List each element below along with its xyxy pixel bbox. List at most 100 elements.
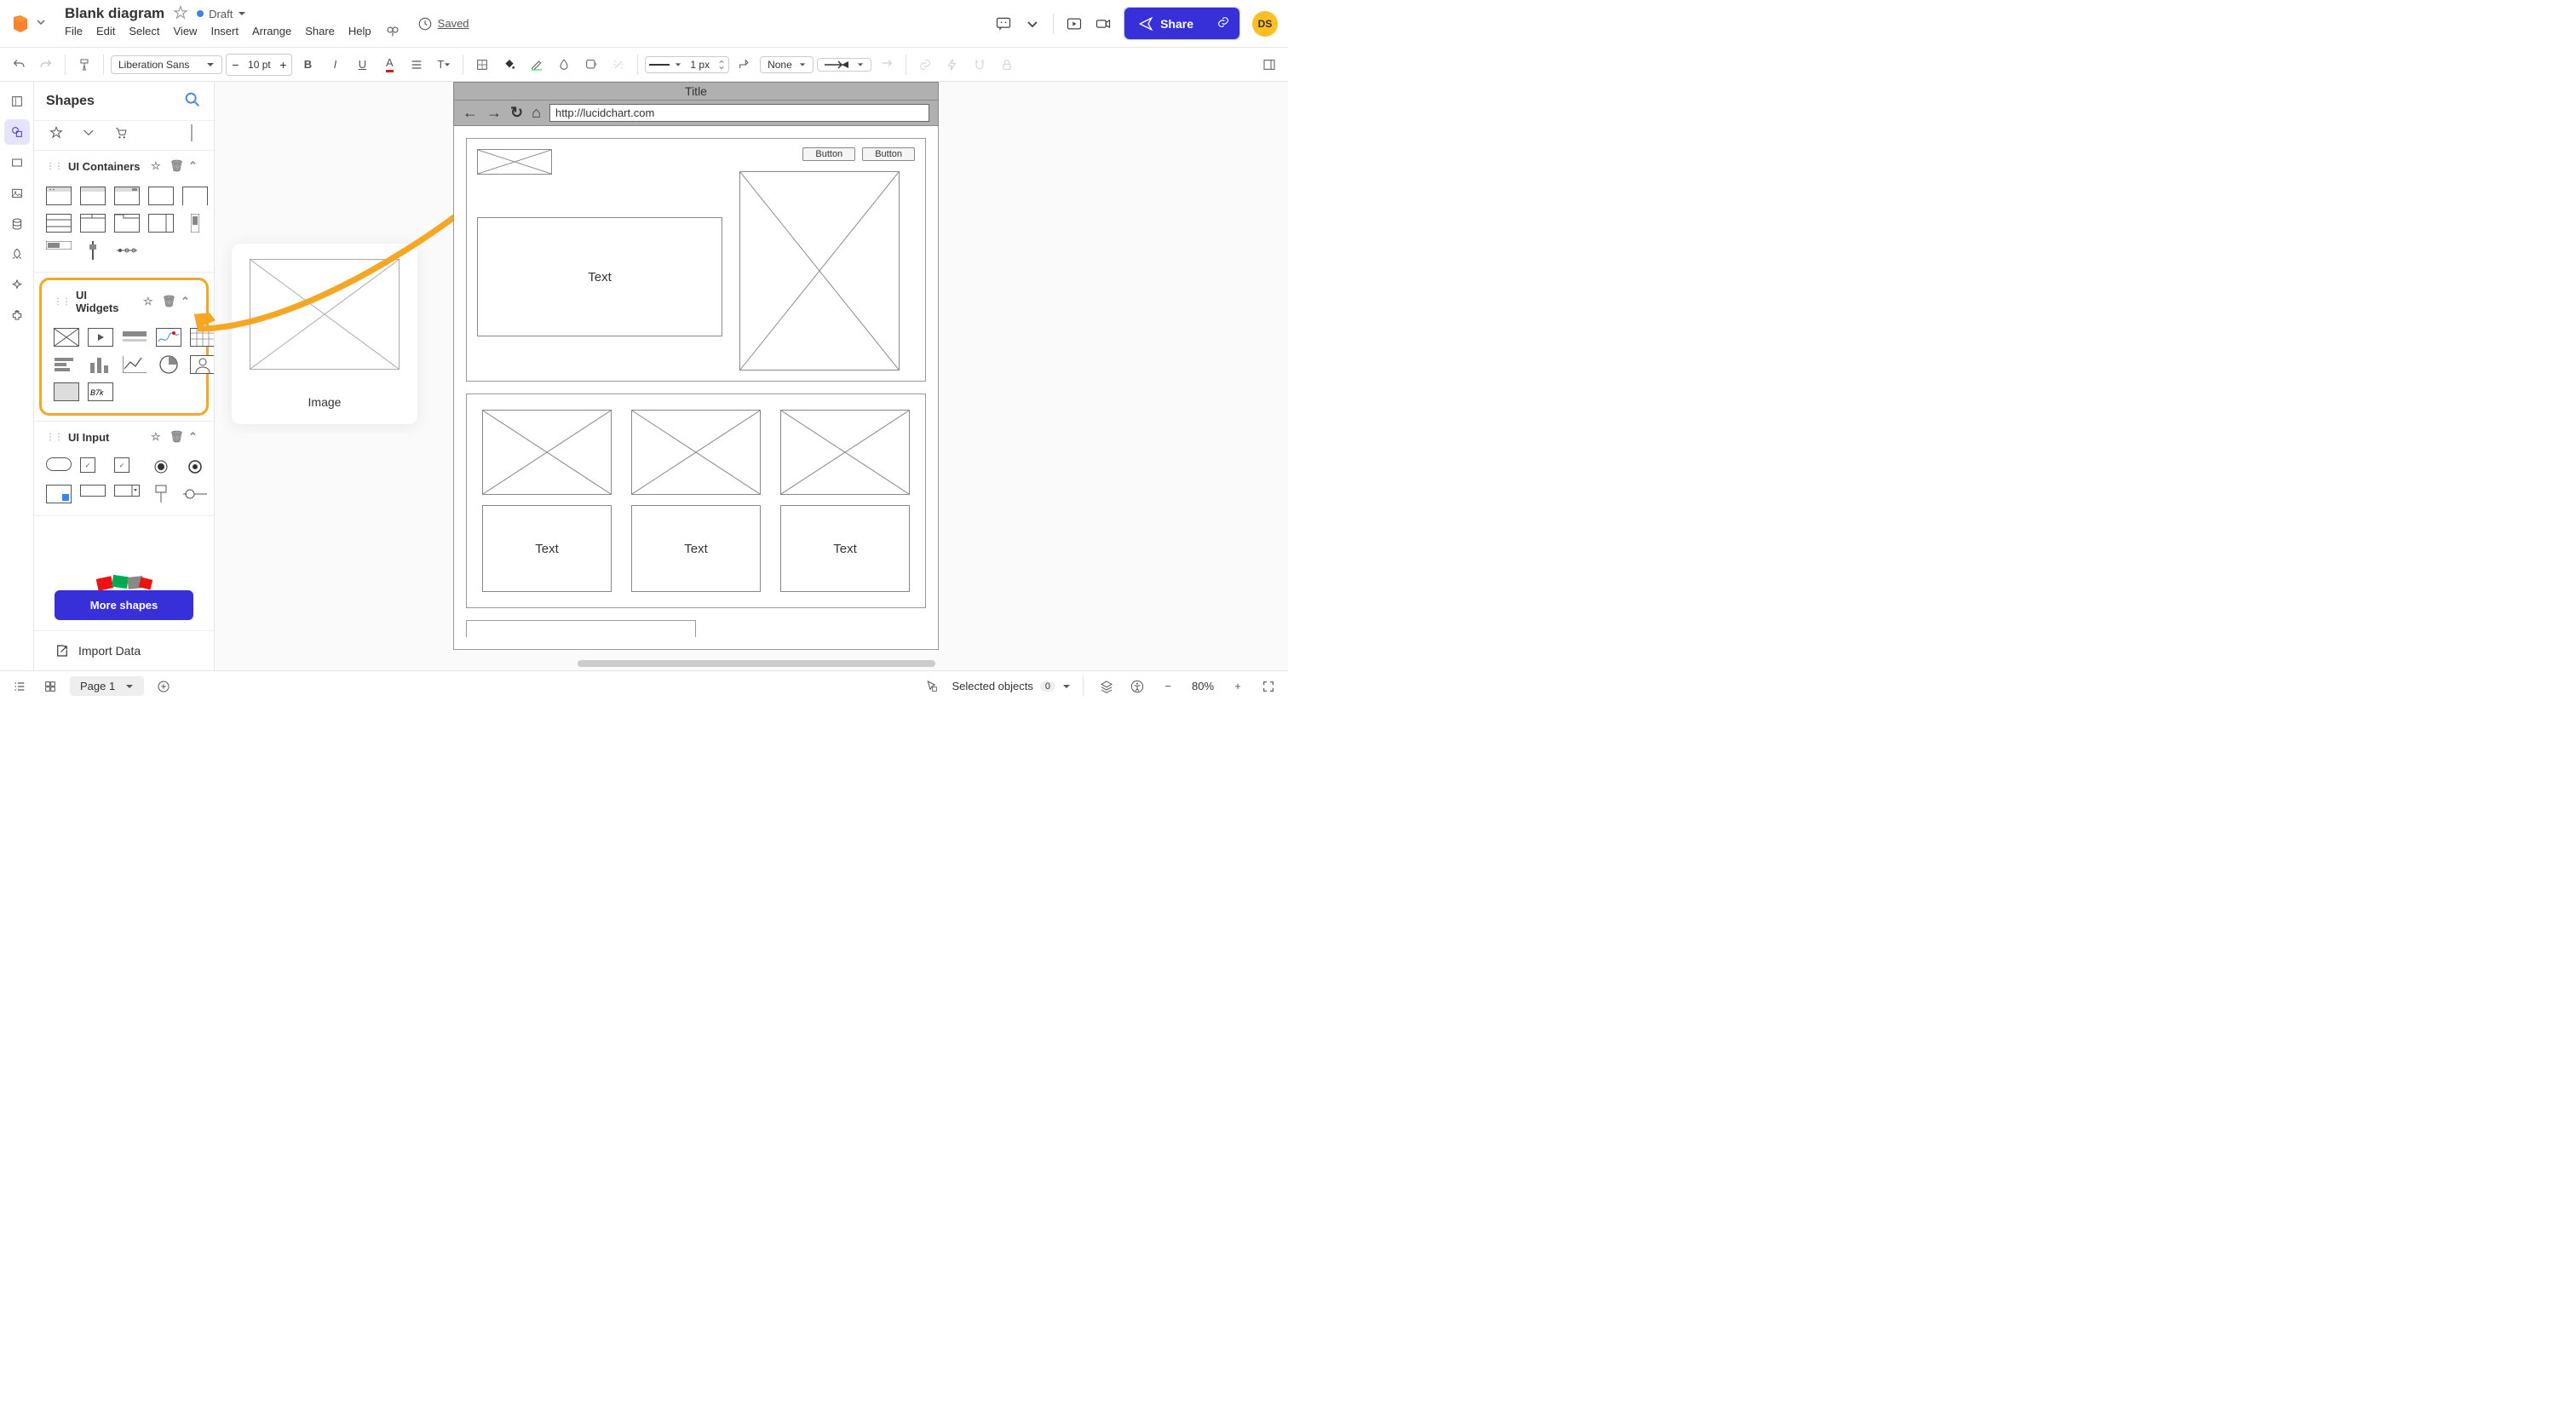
- pinned-divider-icon[interactable]: [181, 124, 202, 141]
- input-radio-on-shape[interactable]: [148, 457, 174, 476]
- selected-objects-indicator[interactable]: Selected objects 0: [952, 680, 1071, 692]
- wf-card-image[interactable]: [631, 410, 761, 495]
- wf-card[interactable]: Text: [780, 410, 910, 592]
- widget-captcha-shape[interactable]: B7k: [88, 382, 113, 401]
- wf-button-1[interactable]: Button: [802, 147, 855, 161]
- shape-fill-button[interactable]: [470, 53, 494, 77]
- input-button-shape[interactable]: [46, 457, 72, 471]
- draft-status[interactable]: Draft: [197, 8, 246, 20]
- widget-image-shape[interactable]: [54, 328, 79, 347]
- canvas-horizontal-scrollbar[interactable]: [578, 660, 935, 667]
- input-radio-shape[interactable]: [182, 457, 208, 476]
- magnet-button[interactable]: [968, 53, 992, 77]
- save-status[interactable]: Saved: [417, 16, 469, 32]
- section-star-icon[interactable]: ☆: [143, 295, 157, 308]
- wf-card-text[interactable]: Text: [631, 505, 761, 592]
- magic-button[interactable]: [607, 53, 630, 77]
- app-logo-icon[interactable]: [10, 14, 31, 34]
- wireframe-mockup[interactable]: Title ← → ↻ ⌂ http://lucidchart.com Butt…: [453, 82, 939, 650]
- present-icon[interactable]: [1066, 15, 1083, 32]
- wf-home-icon[interactable]: ⌂: [532, 104, 541, 122]
- user-avatar[interactable]: DS: [1252, 11, 1278, 37]
- pinned-cart-icon[interactable]: [111, 124, 131, 141]
- rail-image-icon[interactable]: [4, 181, 30, 206]
- font-size-input[interactable]: 10 pt: [244, 59, 274, 71]
- add-page-button[interactable]: [152, 675, 175, 698]
- rail-plugin-icon[interactable]: [4, 303, 30, 329]
- shapes-search-icon[interactable]: [183, 90, 202, 112]
- section-delete-icon[interactable]: 🗑: [170, 159, 183, 173]
- container-shape[interactable]: [46, 241, 72, 250]
- container-shape[interactable]: [46, 214, 72, 233]
- canvas[interactable]: Image Title ← → ↻ ⌂ http://lucidchart.co…: [215, 82, 1288, 670]
- container-shape[interactable]: [114, 187, 140, 205]
- wf-cards-section[interactable]: Text Text Text: [466, 394, 926, 608]
- section-delete-icon[interactable]: 🗑: [162, 295, 175, 308]
- wf-hero-image[interactable]: [739, 171, 900, 371]
- widget-video-shape[interactable]: [88, 328, 113, 347]
- wf-forward-icon[interactable]: →: [486, 104, 502, 122]
- container-shape[interactable]: [114, 241, 140, 260]
- wf-reload-icon[interactable]: ↻: [510, 104, 523, 122]
- zoom-level[interactable]: 80%: [1187, 680, 1218, 692]
- find-icon[interactable]: [385, 25, 400, 43]
- container-shape[interactable]: [148, 187, 174, 205]
- menu-arrange[interactable]: Arrange: [252, 25, 291, 43]
- lock-button[interactable]: [995, 53, 1019, 77]
- opacity-button[interactable]: [552, 53, 576, 77]
- bold-button[interactable]: B: [296, 53, 319, 77]
- input-checkbox2-shape[interactable]: ✓: [114, 457, 129, 473]
- input-checkbox-shape[interactable]: ✓: [80, 457, 95, 473]
- container-shape[interactable]: [148, 214, 174, 233]
- document-title[interactable]: Blank diagram: [65, 5, 164, 22]
- zoom-in-button[interactable]: +: [1227, 675, 1249, 698]
- pinned-star-icon[interactable]: [46, 124, 66, 141]
- wf-card-image[interactable]: [482, 410, 612, 495]
- input-signpost-shape[interactable]: [148, 485, 174, 503]
- widget-calendar-shape[interactable]: [190, 328, 215, 347]
- selection-tool-icon[interactable]: [921, 675, 943, 698]
- line-route-button[interactable]: [733, 53, 756, 77]
- share-link-button[interactable]: [1207, 8, 1239, 39]
- menu-edit[interactable]: Edit: [96, 25, 115, 43]
- favorite-star-icon[interactable]: [173, 5, 188, 23]
- rail-data-icon[interactable]: [4, 211, 30, 237]
- wf-card-text[interactable]: Text: [780, 505, 910, 592]
- undo-button[interactable]: [7, 53, 31, 77]
- rail-panel-icon[interactable]: [4, 89, 30, 114]
- section-collapse-icon[interactable]: ⌃: [188, 430, 202, 444]
- wf-card-image[interactable]: [780, 410, 910, 495]
- page-tab[interactable]: Page 1: [70, 676, 144, 696]
- input-textfield-shape[interactable]: [80, 485, 106, 497]
- chevron-down-icon[interactable]: [1024, 15, 1041, 32]
- share-button[interactable]: Share: [1124, 8, 1207, 39]
- pinned-chevron-icon[interactable]: [78, 124, 99, 141]
- arrow-start-select[interactable]: None: [760, 56, 814, 73]
- format-painter-button[interactable]: [72, 53, 96, 77]
- menu-help[interactable]: Help: [348, 25, 371, 43]
- wf-hero-section[interactable]: Button Button Text: [466, 138, 926, 382]
- action-button[interactable]: [940, 53, 964, 77]
- text-options-button[interactable]: T: [432, 53, 456, 77]
- comment-icon[interactable]: [995, 15, 1012, 32]
- align-button[interactable]: [405, 53, 428, 77]
- widget-profile-shape[interactable]: [190, 355, 215, 374]
- rail-rectangle-icon[interactable]: [4, 150, 30, 175]
- container-shape[interactable]: [46, 187, 72, 205]
- section-collapse-icon[interactable]: ⌃: [181, 295, 194, 308]
- section-header-widgets[interactable]: ⋮⋮ UI Widgets ☆ 🗑 ⌃: [42, 280, 206, 323]
- fullscreen-icon[interactable]: [1257, 675, 1279, 698]
- font-size-increase[interactable]: +: [274, 55, 291, 75]
- section-header-containers[interactable]: ⋮⋮ UI Containers ☆ 🗑 ⌃: [34, 151, 214, 181]
- wf-logo-placeholder[interactable]: [477, 149, 552, 175]
- font-size-decrease[interactable]: −: [227, 55, 244, 75]
- menu-file[interactable]: File: [65, 25, 83, 43]
- import-data-button[interactable]: Import Data: [34, 630, 214, 670]
- layers-icon[interactable]: [1095, 675, 1118, 698]
- widget-barchart-h-shape[interactable]: [54, 355, 79, 374]
- wf-card-text[interactable]: Text: [482, 505, 612, 592]
- container-shape[interactable]: [80, 241, 106, 260]
- rail-shapes-icon[interactable]: [4, 119, 30, 145]
- arrow-end-select[interactable]: [817, 58, 871, 72]
- flip-button[interactable]: [875, 53, 899, 77]
